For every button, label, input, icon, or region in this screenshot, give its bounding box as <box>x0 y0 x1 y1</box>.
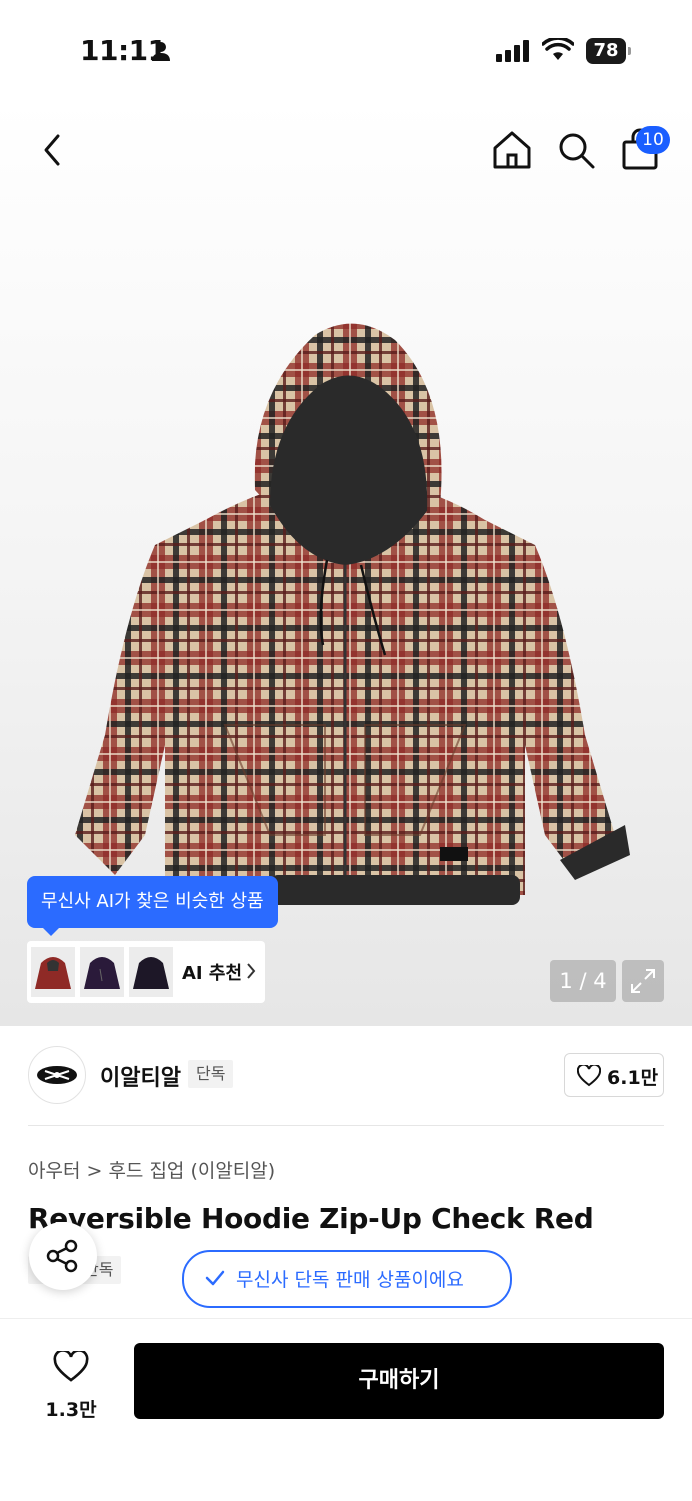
person-icon <box>152 42 170 61</box>
status-bar: 11:11 78 <box>0 0 692 100</box>
brand-name[interactable]: 이알티알 <box>100 1060 181 1092</box>
ai-recommend-label: AI 추천 <box>182 963 243 984</box>
recommend-thumbnail[interactable] <box>80 947 124 997</box>
image-pager: 1 / 4 <box>550 960 616 1002</box>
expand-button[interactable] <box>622 960 664 1002</box>
product-image[interactable] <box>55 315 635 915</box>
recommend-thumbnail[interactable] <box>129 947 173 997</box>
product-like-count: 1.3만 <box>45 1399 97 1421</box>
brand-like-count: 6.1만 <box>607 1067 659 1089</box>
ai-recommend-strip[interactable]: AI 추천 <box>27 941 265 1003</box>
product-like-button[interactable]: 1.3만 <box>36 1347 106 1427</box>
cellular-signal-icon <box>496 40 529 62</box>
share-button[interactable] <box>29 1222 97 1290</box>
check-icon <box>205 1270 225 1286</box>
product-gallery[interactable]: 무신사 AI가 찾은 비슷한 상품 AI 추천 1 / 4 <box>0 100 692 1026</box>
brand-exclusive-tag: 단독 <box>188 1060 234 1088</box>
product-title: Reversible Hoodie Zip-Up Check Red <box>28 1202 594 1235</box>
bottom-action-bar: 1.3만 구매하기 <box>0 1318 692 1501</box>
brand-row[interactable]: 이알티알 단독 6.1만 <box>28 1046 664 1104</box>
cart-count-badge: 10 <box>636 126 670 154</box>
home-icon[interactable] <box>490 128 534 172</box>
chevron-right-icon <box>247 963 256 979</box>
brand-like-button[interactable]: 6.1만 <box>564 1053 664 1097</box>
breadcrumb[interactable]: 아우터 > 후드 집업 (이알티알) <box>28 1156 275 1183</box>
ai-tooltip: 무신사 AI가 찾은 비슷한 상품 <box>27 876 278 936</box>
heart-icon <box>577 1065 601 1087</box>
battery-indicator: 78 <box>586 38 631 64</box>
top-navigation <box>0 100 692 200</box>
expand-icon <box>631 969 655 993</box>
recommend-thumbnail[interactable] <box>31 947 75 997</box>
brand-logo[interactable] <box>28 1046 86 1104</box>
share-icon <box>46 1239 78 1273</box>
exclusive-notice-text: 무신사 단독 판매 상품이에요 <box>236 1269 464 1291</box>
buy-button[interactable]: 구매하기 <box>134 1343 664 1419</box>
exclusive-notice-pill: 무신사 단독 판매 상품이에요 <box>182 1250 512 1308</box>
back-arrow-icon[interactable] <box>34 128 70 172</box>
heart-icon <box>53 1351 89 1382</box>
wifi-icon <box>542 38 574 60</box>
battery-level: 78 <box>593 40 619 61</box>
divider <box>28 1125 664 1126</box>
search-icon[interactable] <box>556 130 596 170</box>
